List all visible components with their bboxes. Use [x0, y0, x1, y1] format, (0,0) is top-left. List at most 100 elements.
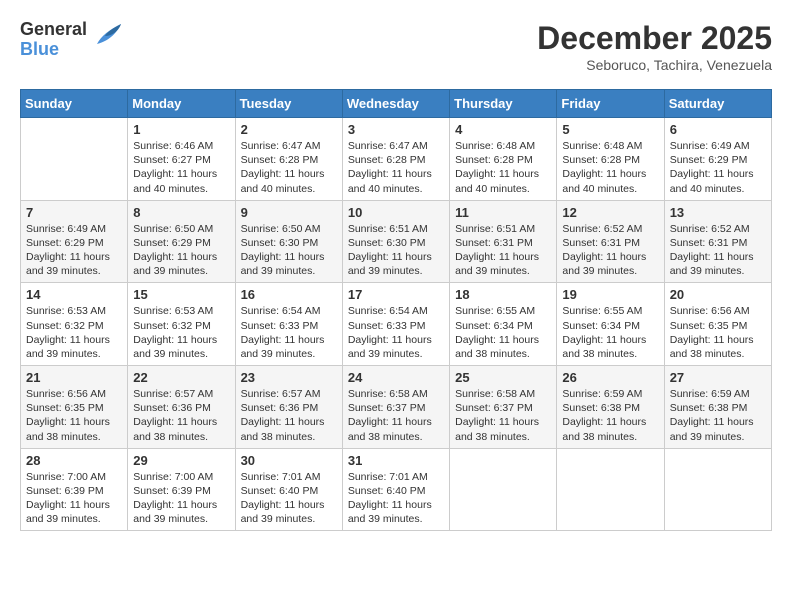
calendar-cell: 3 Sunrise: 6:47 AMSunset: 6:28 PMDaylight… [342, 118, 449, 201]
calendar-cell [557, 448, 664, 531]
cell-date-number: 1 [133, 122, 229, 137]
calendar-cell: 21 Sunrise: 6:56 AMSunset: 6:35 PMDayligh… [21, 366, 128, 449]
cell-sun-info: Sunrise: 6:50 AMSunset: 6:30 PMDaylight:… [241, 222, 337, 279]
logo: General Blue [20, 20, 127, 60]
cell-sun-info: Sunrise: 6:59 AMSunset: 6:38 PMDaylight:… [562, 387, 658, 444]
calendar-week-row: 21 Sunrise: 6:56 AMSunset: 6:35 PMDayligh… [21, 366, 772, 449]
cell-date-number: 7 [26, 205, 122, 220]
day-header-thursday: Thursday [450, 90, 557, 118]
cell-sun-info: Sunrise: 6:58 AMSunset: 6:37 PMDaylight:… [348, 387, 444, 444]
day-header-sunday: Sunday [21, 90, 128, 118]
calendar-cell: 23 Sunrise: 6:57 AMSunset: 6:36 PMDayligh… [235, 366, 342, 449]
cell-sun-info: Sunrise: 6:50 AMSunset: 6:29 PMDaylight:… [133, 222, 229, 279]
cell-date-number: 3 [348, 122, 444, 137]
calendar-cell [21, 118, 128, 201]
cell-date-number: 23 [241, 370, 337, 385]
cell-sun-info: Sunrise: 7:00 AMSunset: 6:39 PMDaylight:… [26, 470, 122, 527]
cell-sun-info: Sunrise: 6:52 AMSunset: 6:31 PMDaylight:… [562, 222, 658, 279]
cell-sun-info: Sunrise: 6:47 AMSunset: 6:28 PMDaylight:… [348, 139, 444, 196]
cell-date-number: 25 [455, 370, 551, 385]
calendar-cell: 18Sunrise: 6:55 AMSunset: 6:34 PMDayligh… [450, 283, 557, 366]
cell-date-number: 4 [455, 122, 551, 137]
cell-sun-info: Sunrise: 6:58 AMSunset: 6:37 PMDaylight:… [455, 387, 551, 444]
cell-sun-info: Sunrise: 6:57 AMSunset: 6:36 PMDaylight:… [133, 387, 229, 444]
cell-date-number: 5 [562, 122, 658, 137]
calendar-cell: 15Sunrise: 6:53 AMSunset: 6:32 PMDayligh… [128, 283, 235, 366]
cell-sun-info: Sunrise: 7:01 AMSunset: 6:40 PMDaylight:… [241, 470, 337, 527]
calendar-cell: 5Sunrise: 6:48 AMSunset: 6:28 PMDaylight… [557, 118, 664, 201]
cell-sun-info: Sunrise: 6:51 AMSunset: 6:30 PMDaylight:… [348, 222, 444, 279]
calendar-cell: 16Sunrise: 6:54 AMSunset: 6:33 PMDayligh… [235, 283, 342, 366]
cell-date-number: 14 [26, 287, 122, 302]
day-header-tuesday: Tuesday [235, 90, 342, 118]
cell-date-number: 21 [26, 370, 122, 385]
calendar-cell: 11 Sunrise: 6:51 AMSunset: 6:31 PMDayligh… [450, 200, 557, 283]
calendar-week-row: 1 Sunrise: 6:46 AMSunset: 6:27 PMDaylight… [21, 118, 772, 201]
logo-text-blue: Blue [20, 40, 87, 60]
calendar-cell: 4 Sunrise: 6:48 AMSunset: 6:28 PMDaylight… [450, 118, 557, 201]
cell-date-number: 13 [670, 205, 766, 220]
cell-sun-info: Sunrise: 6:52 AMSunset: 6:31 PMDaylight:… [670, 222, 766, 279]
day-header-wednesday: Wednesday [342, 90, 449, 118]
calendar-header-row: SundayMondayTuesdayWednesdayThursdayFrid… [21, 90, 772, 118]
calendar-cell: 17 Sunrise: 6:54 AMSunset: 6:33 PMDayligh… [342, 283, 449, 366]
cell-sun-info: Sunrise: 6:47 AMSunset: 6:28 PMDaylight:… [241, 139, 337, 196]
cell-date-number: 30 [241, 453, 337, 468]
title-block: December 2025 Seboruco, Tachira, Venezue… [537, 20, 772, 73]
cell-sun-info: Sunrise: 6:57 AMSunset: 6:36 PMDaylight:… [241, 387, 337, 444]
calendar-cell: 20 Sunrise: 6:56 AMSunset: 6:35 PMDayligh… [664, 283, 771, 366]
day-header-monday: Monday [128, 90, 235, 118]
calendar-cell: 13 Sunrise: 6:52 AMSunset: 6:31 PMDayligh… [664, 200, 771, 283]
calendar-cell: 28 Sunrise: 7:00 AMSunset: 6:39 PMDayligh… [21, 448, 128, 531]
cell-date-number: 29 [133, 453, 229, 468]
cell-sun-info: Sunrise: 6:46 AMSunset: 6:27 PMDaylight:… [133, 139, 229, 196]
cell-sun-info: Sunrise: 6:48 AMSunset: 6:28 PMDaylight:… [455, 139, 551, 196]
cell-sun-info: Sunrise: 6:55 AMSunset: 6:34 PMDaylight:… [562, 304, 658, 361]
location-subtitle: Seboruco, Tachira, Venezuela [537, 57, 772, 73]
cell-date-number: 8 [133, 205, 229, 220]
cell-sun-info: Sunrise: 6:51 AMSunset: 6:31 PMDaylight:… [455, 222, 551, 279]
calendar-cell: 9Sunrise: 6:50 AMSunset: 6:30 PMDaylight… [235, 200, 342, 283]
cell-date-number: 28 [26, 453, 122, 468]
month-year-title: December 2025 [537, 20, 772, 57]
cell-sun-info: Sunrise: 6:56 AMSunset: 6:35 PMDaylight:… [26, 387, 122, 444]
calendar-cell: 6Sunrise: 6:49 AMSunset: 6:29 PMDaylight… [664, 118, 771, 201]
cell-date-number: 31 [348, 453, 444, 468]
cell-date-number: 22 [133, 370, 229, 385]
calendar-cell: 26Sunrise: 6:59 AMSunset: 6:38 PMDayligh… [557, 366, 664, 449]
calendar-cell: 25 Sunrise: 6:58 AMSunset: 6:37 PMDayligh… [450, 366, 557, 449]
page-header: General Blue December 2025 Seboruco, Tac… [20, 20, 772, 73]
calendar-cell [450, 448, 557, 531]
cell-date-number: 10 [348, 205, 444, 220]
cell-date-number: 2 [241, 122, 337, 137]
calendar-cell: 22 Sunrise: 6:57 AMSunset: 6:36 PMDayligh… [128, 366, 235, 449]
calendar-cell: 24 Sunrise: 6:58 AMSunset: 6:37 PMDayligh… [342, 366, 449, 449]
cell-sun-info: Sunrise: 6:54 AMSunset: 6:33 PMDaylight:… [348, 304, 444, 361]
calendar-cell: 7 Sunrise: 6:49 AMSunset: 6:29 PMDaylight… [21, 200, 128, 283]
calendar-table: SundayMondayTuesdayWednesdayThursdayFrid… [20, 89, 772, 531]
cell-date-number: 11 [455, 205, 551, 220]
calendar-cell: 31Sunrise: 7:01 AMSunset: 6:40 PMDayligh… [342, 448, 449, 531]
cell-date-number: 6 [670, 122, 766, 137]
calendar-cell: 19 Sunrise: 6:55 AMSunset: 6:34 PMDayligh… [557, 283, 664, 366]
calendar-cell [664, 448, 771, 531]
calendar-cell: 12Sunrise: 6:52 AMSunset: 6:31 PMDayligh… [557, 200, 664, 283]
cell-date-number: 15 [133, 287, 229, 302]
cell-sun-info: Sunrise: 6:56 AMSunset: 6:35 PMDaylight:… [670, 304, 766, 361]
day-header-friday: Friday [557, 90, 664, 118]
calendar-week-row: 7 Sunrise: 6:49 AMSunset: 6:29 PMDaylight… [21, 200, 772, 283]
cell-sun-info: Sunrise: 6:54 AMSunset: 6:33 PMDaylight:… [241, 304, 337, 361]
calendar-cell: 14 Sunrise: 6:53 AMSunset: 6:32 PMDayligh… [21, 283, 128, 366]
cell-date-number: 24 [348, 370, 444, 385]
cell-date-number: 20 [670, 287, 766, 302]
cell-date-number: 19 [562, 287, 658, 302]
cell-date-number: 18 [455, 287, 551, 302]
cell-date-number: 17 [348, 287, 444, 302]
calendar-week-row: 28 Sunrise: 7:00 AMSunset: 6:39 PMDayligh… [21, 448, 772, 531]
cell-sun-info: Sunrise: 6:49 AMSunset: 6:29 PMDaylight:… [26, 222, 122, 279]
calendar-cell: 10 Sunrise: 6:51 AMSunset: 6:30 PMDayligh… [342, 200, 449, 283]
calendar-cell: 30 Sunrise: 7:01 AMSunset: 6:40 PMDayligh… [235, 448, 342, 531]
calendar-cell: 29Sunrise: 7:00 AMSunset: 6:39 PMDayligh… [128, 448, 235, 531]
cell-sun-info: Sunrise: 6:59 AMSunset: 6:38 PMDaylight:… [670, 387, 766, 444]
cell-sun-info: Sunrise: 6:53 AMSunset: 6:32 PMDaylight:… [26, 304, 122, 361]
